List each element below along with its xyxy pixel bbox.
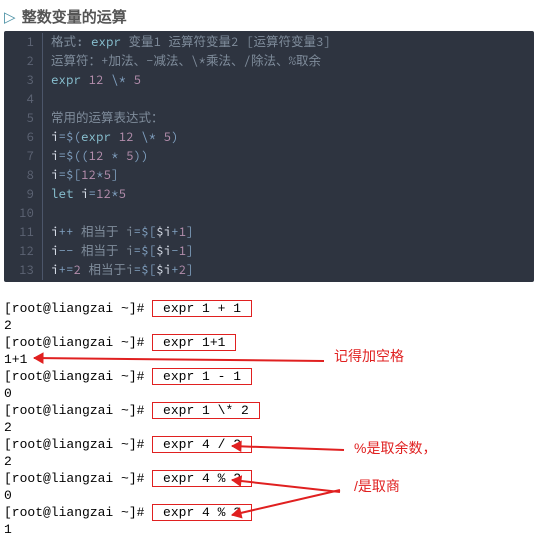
terminal-output: 记得加空格 %是取余数， /是取商 [root@liangzai ~]# exp… [4, 300, 534, 538]
line-number: 4 [4, 90, 43, 109]
line-number: 1 [4, 33, 43, 52]
terminal-output-line: 2 [4, 453, 534, 470]
highlighted-command: expr 1 + 1 [152, 300, 252, 317]
line-number: 2 [4, 52, 43, 71]
terminal-command: [root@liangzai ~]# expr 1 - 1 [4, 368, 534, 385]
prompt: [root@liangzai ~]# [4, 369, 152, 384]
code-line: 3 expr 12 \* 5 [4, 71, 534, 90]
terminal-command: [root@liangzai ~]# expr 1 \* 2 [4, 402, 534, 419]
code-text: 格式: expr 变量1 运算符变量2 [运算符变量3] [51, 33, 534, 52]
code-line: 1 格式: expr 变量1 运算符变量2 [运算符变量3] [4, 33, 534, 52]
line-number: 9 [4, 185, 43, 204]
line-number: 6 [4, 128, 43, 147]
note-spacing: 记得加空格 [334, 348, 404, 365]
terminal-command: [root@liangzai ~]# expr 4 / 2 [4, 436, 534, 453]
note-division: /是取商 [354, 478, 400, 495]
line-number: 13 [4, 261, 43, 280]
code-line: 8 i=$[12*5] [4, 166, 534, 185]
terminal-output-line: 0 [4, 385, 534, 402]
code-line: 7 i=$((12 * 5)) [4, 147, 534, 166]
heading-text: 整数变量的运算 [22, 9, 127, 26]
terminal-output-line: 1+1 [4, 351, 534, 368]
terminal-command: [root@liangzai ~]# expr 4 % 2 [4, 470, 534, 487]
code-text: i=$((12 * 5)) [51, 147, 534, 166]
prompt: [root@liangzai ~]# [4, 505, 152, 520]
prompt: [root@liangzai ~]# [4, 301, 152, 316]
code-line: 2 运算符：+加法、-减法、\*乘法、/除法、%取余 [4, 52, 534, 71]
line-number: 5 [4, 109, 43, 128]
code-line: 9 let i=12*5 [4, 185, 534, 204]
terminal-output-line: 1 [4, 521, 534, 538]
code-line: 10 [4, 204, 534, 223]
terminal-command: [root@liangzai ~]# expr 4 % 3 [4, 504, 534, 521]
code-text: i+=2 相当于i=$[$i+2] [51, 261, 534, 280]
highlighted-command: expr 1 \* 2 [152, 402, 259, 419]
highlighted-command: expr 4 % 3 [152, 504, 252, 521]
code-line: 13 i+=2 相当于i=$[$i+2] [4, 261, 534, 280]
line-number: 8 [4, 166, 43, 185]
terminal-output-line: 2 [4, 419, 534, 436]
triangle-icon: ▷ [4, 9, 16, 26]
prompt: [root@liangzai ~]# [4, 437, 152, 452]
code-text: i++ 相当于 i=$[$i+1] [51, 223, 534, 242]
line-number: 12 [4, 242, 43, 261]
highlighted-command: expr 4 % 2 [152, 470, 252, 487]
prompt: [root@liangzai ~]# [4, 403, 152, 418]
code-text: expr 12 \* 5 [51, 71, 534, 90]
terminal-command: [root@liangzai ~]# expr 1+1 [4, 334, 534, 351]
code-text: i-- 相当于 i=$[$i-1] [51, 242, 534, 261]
highlighted-command: expr 1+1 [152, 334, 236, 351]
code-line: 12 i-- 相当于 i=$[$i-1] [4, 242, 534, 261]
line-number: 3 [4, 71, 43, 90]
line-number: 7 [4, 147, 43, 166]
line-number: 10 [4, 204, 43, 223]
highlighted-command: expr 4 / 2 [152, 436, 252, 453]
code-line: 4 [4, 90, 534, 109]
code-text: i=$[12*5] [51, 166, 534, 185]
note-modulo: %是取余数， [354, 440, 436, 457]
code-line: 11 i++ 相当于 i=$[$i+1] [4, 223, 534, 242]
code-text: i=$(expr 12 \* 5) [51, 128, 534, 147]
prompt: [root@liangzai ~]# [4, 335, 152, 350]
code-text: 常用的运算表达式： [51, 109, 534, 128]
code-line: 6 i=$(expr 12 \* 5) [4, 128, 534, 147]
prompt: [root@liangzai ~]# [4, 471, 152, 486]
terminal-command: [root@liangzai ~]# expr 1 + 1 [4, 300, 534, 317]
line-number: 11 [4, 223, 43, 242]
code-line: 5 常用的运算表达式： [4, 109, 534, 128]
highlighted-command: expr 1 - 1 [152, 368, 252, 385]
code-text: 运算符：+加法、-减法、\*乘法、/除法、%取余 [51, 52, 534, 71]
code-text: let i=12*5 [51, 185, 534, 204]
terminal-output-line: 0 [4, 487, 534, 504]
terminal-output-line: 2 [4, 317, 534, 334]
code-block: 1 格式: expr 变量1 运算符变量2 [运算符变量3] 2 运算符：+加法、-减… [4, 31, 534, 282]
section-heading: ▷ 整数变量的运算 [0, 0, 538, 31]
